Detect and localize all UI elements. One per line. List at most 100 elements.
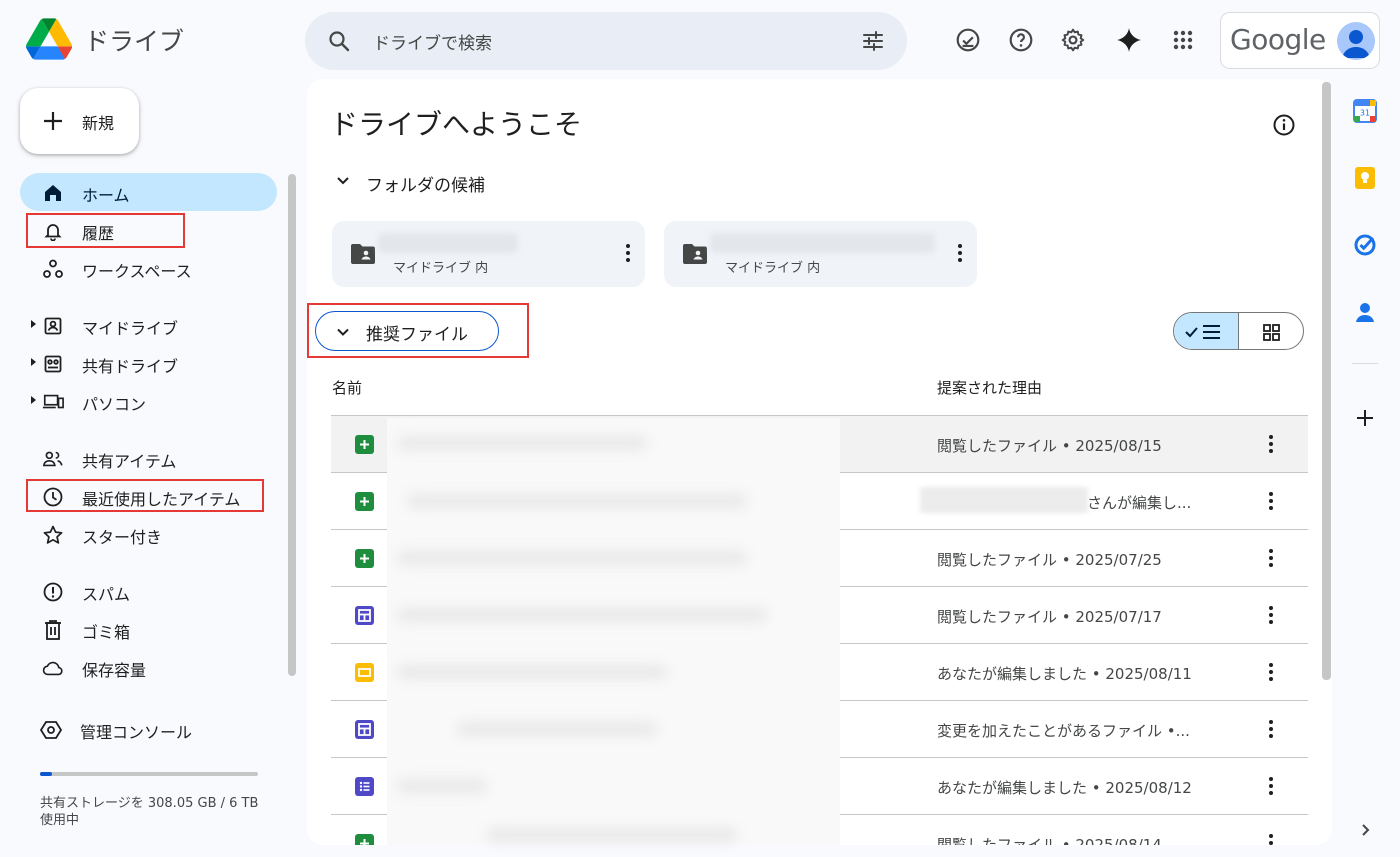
suggested-files-toggle[interactable]: 推奨ファイル bbox=[315, 311, 499, 351]
info-icon[interactable] bbox=[1272, 113, 1296, 141]
search-bar[interactable]: ドライブで検索 bbox=[305, 12, 907, 70]
contacts-icon[interactable] bbox=[1352, 299, 1378, 325]
sidebar-item-storage[interactable]: 保存容量 bbox=[20, 648, 277, 686]
column-header-name[interactable]: 名前 bbox=[332, 377, 362, 398]
sheets-icon bbox=[355, 549, 374, 568]
home-icon bbox=[42, 182, 64, 204]
more-vert-icon[interactable] bbox=[957, 243, 963, 267]
sidebar-item-my-drive[interactable]: マイドライブ bbox=[20, 306, 277, 344]
tasks-icon[interactable] bbox=[1352, 232, 1378, 258]
sidebar-item-shared-with-me[interactable]: 共有アイテム bbox=[20, 439, 277, 477]
more-vert-icon[interactable] bbox=[1268, 491, 1274, 515]
gemini-sparkle-icon[interactable] bbox=[1111, 22, 1147, 58]
forms-icon bbox=[355, 777, 374, 796]
search-icon[interactable] bbox=[327, 29, 351, 57]
more-vert-icon[interactable] bbox=[1268, 548, 1274, 572]
avatar[interactable] bbox=[1337, 22, 1375, 60]
more-vert-icon[interactable] bbox=[1268, 776, 1274, 800]
collapse-folders-chevron-icon[interactable] bbox=[333, 171, 357, 195]
sidebar-item-trash[interactable]: ゴミ箱 bbox=[20, 610, 277, 648]
suggestion-reason: 閲覧したファイル • 2025/07/17 bbox=[937, 608, 1162, 626]
storage-meter-fill bbox=[40, 772, 52, 776]
sidebar-item-workspaces[interactable]: ワークスペース bbox=[20, 249, 277, 287]
sidebar-item-spam[interactable]: スパム bbox=[20, 572, 277, 610]
sheets-icon bbox=[355, 834, 374, 845]
sidebar-item-label: ホーム bbox=[82, 186, 130, 205]
sidebar-item-label: 保存容量 bbox=[82, 661, 147, 680]
star-icon bbox=[42, 524, 64, 546]
page-title: ドライブへようこそ bbox=[330, 108, 583, 141]
shared-folder-icon bbox=[682, 243, 708, 269]
sidebar-item-shared-drives[interactable]: 共有ドライブ bbox=[20, 344, 277, 382]
my-drive-icon bbox=[42, 315, 64, 337]
column-header-reason: 提案された理由 bbox=[937, 379, 1043, 397]
sidebar-item-label: 管理コンソール bbox=[80, 723, 193, 742]
drive-logo-icon[interactable] bbox=[26, 18, 73, 60]
sidebar-item-label: ゴミ箱 bbox=[82, 623, 131, 642]
sidebar-item-starred[interactable]: スター付き bbox=[20, 515, 277, 553]
redacted-editor-name bbox=[920, 487, 1088, 513]
suggestion-reason: 閲覧したファイル • 2025/07/25 bbox=[937, 551, 1162, 569]
expand-caret-icon[interactable] bbox=[31, 358, 36, 366]
more-vert-icon[interactable] bbox=[1268, 719, 1274, 743]
expand-caret-icon[interactable] bbox=[31, 320, 36, 328]
search-input[interactable]: ドライブで検索 bbox=[373, 29, 492, 54]
more-vert-icon[interactable] bbox=[625, 243, 631, 267]
folder-name-redacted bbox=[710, 233, 935, 253]
more-vert-icon[interactable] bbox=[1268, 605, 1274, 629]
apps-grid-icon[interactable] bbox=[1165, 22, 1201, 58]
more-vert-icon[interactable] bbox=[1268, 434, 1274, 458]
calendar-icon[interactable]: 31 bbox=[1352, 98, 1378, 124]
main-scrollbar[interactable] bbox=[1322, 82, 1331, 680]
suggestion-reason: 閲覧したファイル • 2025/08/15 bbox=[937, 437, 1162, 455]
more-vert-icon[interactable] bbox=[1268, 662, 1274, 686]
offline-ready-icon[interactable] bbox=[950, 22, 986, 58]
folder-name-redacted bbox=[378, 233, 518, 253]
layout-doc-icon bbox=[355, 720, 374, 739]
sidebar-item-home[interactable]: ホーム bbox=[20, 173, 277, 211]
folders-section-heading[interactable]: フォルダの候補 bbox=[366, 171, 485, 196]
sidebar-scrollbar[interactable] bbox=[288, 174, 296, 676]
folder-card[interactable]: マイドライブ 内 bbox=[664, 221, 977, 287]
view-toggle[interactable] bbox=[1173, 312, 1304, 350]
sidebar-item-label: スター付き bbox=[82, 528, 163, 547]
add-addon-icon[interactable] bbox=[1352, 405, 1378, 431]
sidebar-item-label: ワークスペース bbox=[82, 262, 192, 281]
suggestion-reason: 変更を加えたことがあるファイル •... bbox=[937, 722, 1190, 740]
people-icon bbox=[42, 448, 64, 470]
settings-gear-icon[interactable] bbox=[1055, 22, 1091, 58]
folder-location: マイドライブ 内 bbox=[725, 261, 821, 276]
expand-caret-icon[interactable] bbox=[31, 396, 36, 404]
shared-drive-icon bbox=[42, 353, 64, 375]
shared-folder-icon bbox=[350, 243, 376, 269]
keep-icon[interactable] bbox=[1352, 165, 1378, 191]
redacted-file-names bbox=[387, 418, 840, 845]
highlight-box-recent bbox=[26, 479, 264, 512]
computer-icon bbox=[42, 391, 64, 413]
more-vert-icon[interactable] bbox=[1268, 833, 1274, 845]
storage-usage-text[interactable]: 共有ストレージを 308.05 GB / 6 TB 使用中 bbox=[40, 795, 270, 829]
suggestion-reason: さんが編集し... bbox=[1087, 494, 1192, 512]
help-icon[interactable] bbox=[1003, 22, 1039, 58]
search-options-icon[interactable] bbox=[861, 29, 885, 57]
grid-view-button[interactable] bbox=[1239, 313, 1303, 349]
folder-location: マイドライブ 内 bbox=[393, 261, 489, 276]
sidebar-item-label: 共有アイテム bbox=[82, 452, 177, 471]
cloud-icon bbox=[42, 657, 64, 679]
suggestion-reason: あなたが編集しました • 2025/08/12 bbox=[937, 779, 1192, 797]
new-button[interactable]: 新規 bbox=[20, 88, 139, 154]
folder-card[interactable]: マイドライブ 内 bbox=[332, 221, 645, 287]
sheets-icon bbox=[355, 492, 374, 511]
trash-icon bbox=[42, 619, 64, 641]
sidebar-item-label: スパム bbox=[82, 585, 131, 604]
sheets-icon bbox=[355, 435, 374, 454]
chevron-right-icon[interactable] bbox=[1352, 817, 1378, 843]
sidebar-item-admin-console[interactable]: 管理コンソール bbox=[20, 710, 277, 748]
sidebar-item-computers[interactable]: パソコン bbox=[20, 382, 277, 420]
list-view-button[interactable] bbox=[1174, 313, 1239, 349]
google-wordmark: Google bbox=[1230, 23, 1326, 56]
account-switcher[interactable]: Google bbox=[1220, 12, 1380, 69]
admin-icon bbox=[40, 719, 62, 741]
app-name: ドライブ bbox=[84, 27, 185, 56]
rail-divider bbox=[1352, 363, 1378, 364]
